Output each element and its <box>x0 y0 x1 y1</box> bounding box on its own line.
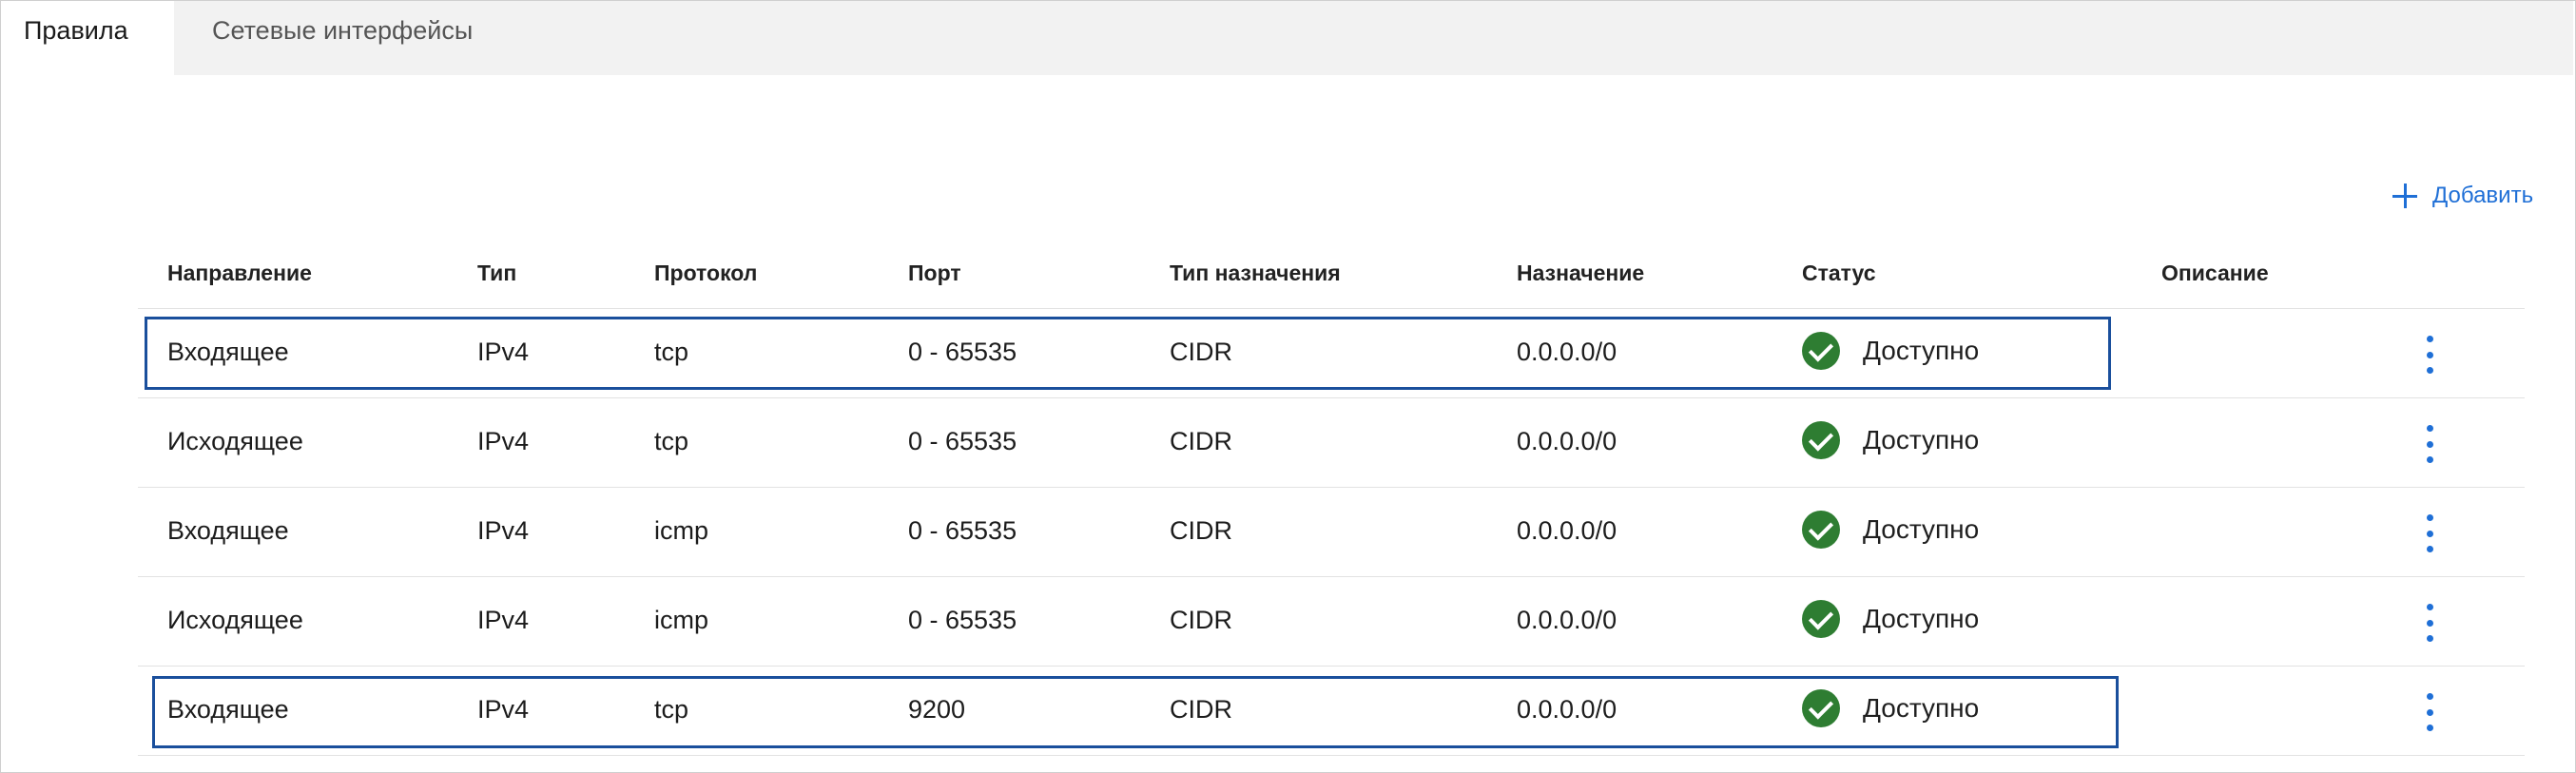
cell-destination-type: CIDR <box>1170 338 1232 366</box>
row-actions-menu-icon[interactable] <box>2420 693 2439 731</box>
check-circle-icon <box>1802 600 1840 638</box>
cell-destination: 0.0.0.0/0 <box>1517 695 1617 724</box>
status-label: Доступно <box>1863 336 1980 365</box>
cell-protocol: tcp <box>654 338 689 366</box>
header-protocol[interactable]: Протокол <box>654 261 757 286</box>
table-row[interactable]: Входящее IPv4 tcp 0 - 65535 CIDR 0.0.0.0… <box>138 309 2525 398</box>
table-row[interactable]: Входящее IPv4 tcp 9200 CIDR 0.0.0.0/0 До… <box>138 667 2525 756</box>
cell-status: Доступно <box>1802 421 1979 459</box>
cell-port: 0 - 65535 <box>908 606 1017 634</box>
header-description[interactable]: Описание <box>2161 261 2269 286</box>
header-status[interactable]: Статус <box>1802 261 1876 286</box>
cell-direction: Исходящее <box>167 606 303 634</box>
add-rule-label: Добавить <box>2432 183 2534 208</box>
cell-status: Доступно <box>1802 689 1979 727</box>
status-label: Доступно <box>1863 693 1980 723</box>
tab-network-interfaces[interactable]: Сетевые интерфейсы <box>174 1 473 75</box>
table-row[interactable]: Входящее IPv4 icmp 0 - 65535 CIDR 0.0.0.… <box>138 488 2525 577</box>
cell-status: Доступно <box>1802 332 1979 370</box>
cell-protocol: tcp <box>654 427 689 455</box>
header-destination[interactable]: Назначение <box>1517 261 1644 286</box>
cell-port: 0 - 65535 <box>908 427 1017 455</box>
plus-icon <box>2392 184 2417 208</box>
cell-status: Доступно <box>1802 600 1979 638</box>
cell-destination: 0.0.0.0/0 <box>1517 516 1617 545</box>
check-circle-icon <box>1802 689 1840 727</box>
table-row[interactable]: Исходящее IPv4 tcp 0 - 65535 CIDR 0.0.0.… <box>138 398 2525 488</box>
cell-destination-type: CIDR <box>1170 695 1232 724</box>
cell-protocol: tcp <box>654 695 689 724</box>
cell-direction: Входящее <box>167 695 289 724</box>
cell-status: Доступно <box>1802 511 1979 549</box>
tab-bar: Правила Сетевые интерфейсы <box>1 1 2573 75</box>
tab-rules[interactable]: Правила <box>1 1 174 75</box>
check-circle-icon <box>1802 421 1840 459</box>
header-type[interactable]: Тип <box>477 261 516 286</box>
row-actions-menu-icon[interactable] <box>2420 604 2439 642</box>
cell-type: IPv4 <box>477 338 530 366</box>
status-label: Доступно <box>1863 425 1980 454</box>
table-header: Направление Тип Протокол Порт Тип назнач… <box>138 238 2525 309</box>
cell-destination: 0.0.0.0/0 <box>1517 606 1617 634</box>
status-label: Доступно <box>1863 604 1980 633</box>
status-label: Доступно <box>1863 514 1980 544</box>
row-actions-menu-icon[interactable] <box>2420 425 2439 463</box>
row-actions-menu-icon[interactable] <box>2420 336 2439 374</box>
header-direction[interactable]: Направление <box>167 261 312 286</box>
header-port[interactable]: Порт <box>908 261 961 286</box>
cell-destination-type: CIDR <box>1170 427 1232 455</box>
table-row[interactable]: Исходящее IPv4 icmp 0 - 65535 CIDR 0.0.0… <box>138 577 2525 667</box>
cell-destination-type: CIDR <box>1170 516 1232 545</box>
cell-direction: Входящее <box>167 338 289 366</box>
cell-protocol: icmp <box>654 606 709 634</box>
cell-port: 0 - 65535 <box>908 338 1017 366</box>
rules-table: Направление Тип Протокол Порт Тип назнач… <box>138 238 2525 756</box>
check-circle-icon <box>1802 332 1840 370</box>
row-actions-menu-icon[interactable] <box>2420 514 2439 552</box>
cell-type: IPv4 <box>477 427 530 455</box>
check-circle-icon <box>1802 511 1840 549</box>
cell-type: IPv4 <box>477 516 530 545</box>
header-destination-type[interactable]: Тип назначения <box>1170 261 1341 286</box>
add-rule-button[interactable]: Добавить <box>2392 177 2533 215</box>
cell-destination: 0.0.0.0/0 <box>1517 338 1617 366</box>
cell-direction: Входящее <box>167 516 289 545</box>
cell-protocol: icmp <box>654 516 709 545</box>
cell-direction: Исходящее <box>167 427 303 455</box>
cell-type: IPv4 <box>477 606 530 634</box>
cell-destination: 0.0.0.0/0 <box>1517 427 1617 455</box>
cell-destination-type: CIDR <box>1170 606 1232 634</box>
cell-port: 0 - 65535 <box>908 516 1017 545</box>
cell-port: 9200 <box>908 695 966 724</box>
cell-type: IPv4 <box>477 695 530 724</box>
